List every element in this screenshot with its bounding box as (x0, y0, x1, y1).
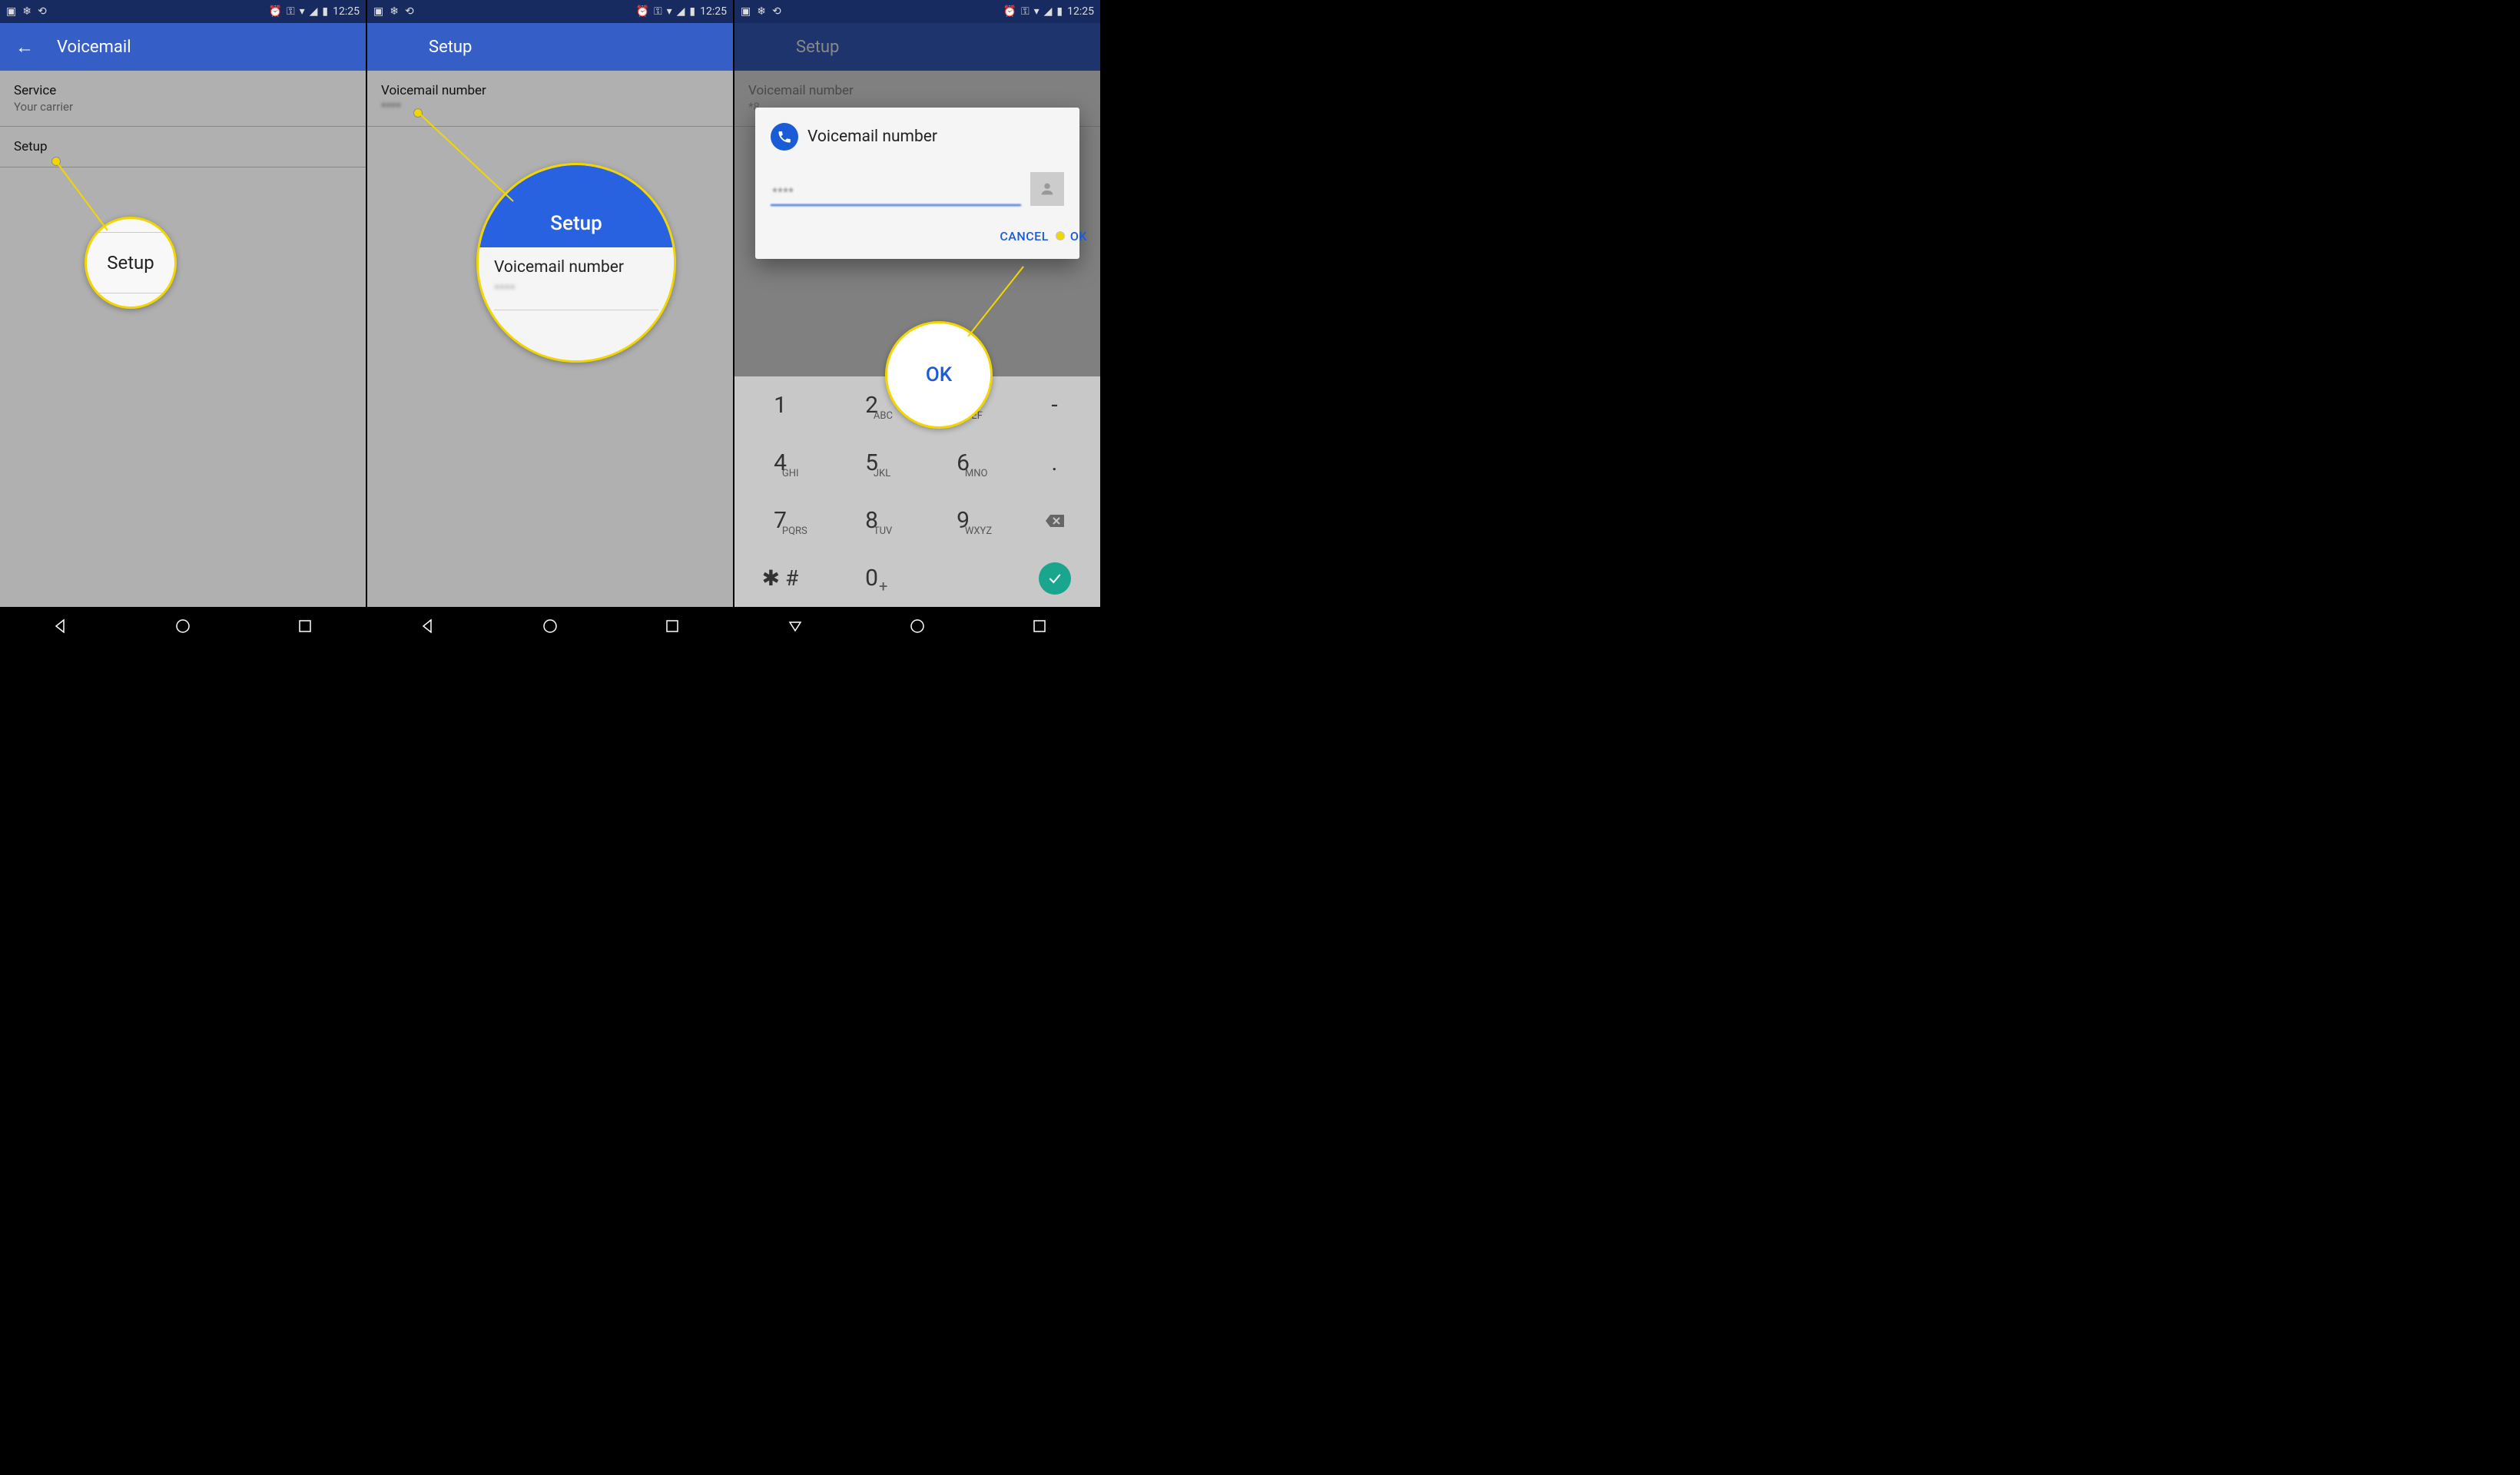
app-bar-title: Voicemail (57, 38, 131, 57)
nav-back-icon[interactable] (787, 618, 804, 635)
nav-back-icon[interactable] (419, 618, 436, 635)
nav-recents-icon[interactable] (1031, 618, 1048, 635)
wifi-icon: ▾ (300, 5, 305, 18)
key-dot[interactable]: . (1009, 434, 1100, 492)
nav-bar (0, 607, 366, 645)
leaf-icon: ❄ (757, 5, 766, 18)
key-empty (917, 549, 1009, 607)
battery-icon: ▮ (689, 5, 695, 18)
panel-dialog: ▣ ❄ ⟲ ⏰ ⚿ ▾ ◢ ▮ 12:25 Setup Voicemail nu… (734, 0, 1102, 645)
signal-icon: ◢ (310, 5, 318, 18)
magnifier-ok: OK (885, 321, 993, 429)
nav-recents-icon[interactable] (664, 618, 681, 635)
key-4[interactable]: 4GHI (734, 434, 826, 492)
list-item-voicemail-number[interactable]: Voicemail number **** (367, 71, 733, 127)
done-icon (1039, 562, 1071, 595)
wifi-icon: ▾ (1034, 5, 1040, 18)
sync-icon: ⟲ (38, 5, 47, 18)
list-item-title: Service (14, 83, 352, 98)
magnifier-subtitle: **** (494, 281, 658, 296)
nav-home-icon[interactable] (542, 618, 559, 635)
vpn-key-icon: ⚿ (654, 5, 662, 18)
dialog-title: Voicemail number (807, 128, 937, 146)
callout-dot (414, 109, 422, 117)
clock-text: 12:25 (333, 5, 360, 18)
key-dash[interactable]: - (1009, 376, 1100, 434)
key-9[interactable]: 9WXYZ (917, 492, 1009, 549)
magnifier-label: OK (926, 363, 952, 386)
wifi-icon: ▾ (667, 5, 672, 18)
app-bar: Setup (734, 23, 1100, 71)
status-bar: ▣ ❄ ⟲ ⏰ ⚿ ▾ ◢ ▮ 12:25 (0, 0, 366, 23)
alarm-icon: ⏰ (1003, 5, 1016, 18)
list-item-title: Voicemail number (381, 83, 719, 98)
contact-picker-button[interactable] (1030, 172, 1064, 206)
app-bar-title: Setup (796, 38, 839, 57)
app-bar-title: Setup (429, 38, 472, 57)
clock-text: 12:25 (700, 5, 727, 18)
list-item-service[interactable]: Service Your carrier (0, 71, 366, 127)
status-bar: ▣ ❄ ⟲ ⏰ ⚿ ▾ ◢ ▮ 12:25 (367, 0, 733, 23)
alarm-icon: ⏰ (269, 5, 282, 18)
nav-back-icon[interactable] (52, 618, 69, 635)
list-item-title: Setup (14, 139, 352, 154)
key-8[interactable]: 8TUV (826, 492, 917, 549)
content-area: Service Your carrier Setup (0, 71, 366, 607)
key-star-hash[interactable]: ✱ # (734, 549, 826, 607)
key-6[interactable]: 6MNO (917, 434, 1009, 492)
list-item-subtitle: Your carrier (14, 100, 352, 114)
panel-voicemail: ▣ ❄ ⟲ ⏰ ⚿ ▾ ◢ ▮ 12:25 ← Voicemail Servic… (0, 0, 367, 645)
cancel-button[interactable]: CANCEL (1000, 229, 1049, 244)
key-0[interactable]: 0+ (826, 549, 917, 607)
alarm-icon: ⏰ (636, 5, 649, 18)
magnifier-title: Voicemail number (494, 258, 658, 277)
sync-icon: ⟲ (405, 5, 414, 18)
nav-home-icon[interactable] (174, 618, 191, 635)
clock-text: 12:25 (1067, 5, 1094, 18)
battery-icon: ▮ (1056, 5, 1063, 18)
vpn-key-icon: ⚿ (287, 5, 295, 18)
photo-icon: ▣ (741, 5, 751, 18)
battery-icon: ▮ (322, 5, 328, 18)
status-bar: ▣ ❄ ⟲ ⏰ ⚿ ▾ ◢ ▮ 12:25 (734, 0, 1100, 23)
key-7[interactable]: 7PQRS (734, 492, 826, 549)
voicemail-number-dialog: Voicemail number CANCEL OK (755, 108, 1079, 259)
photo-icon: ▣ (6, 5, 16, 18)
app-bar: ← Voicemail (0, 23, 366, 71)
ok-button[interactable]: OK (1070, 229, 1087, 244)
sync-icon: ⟲ (772, 5, 781, 18)
key-1[interactable]: 1 (734, 376, 826, 434)
signal-icon: ◢ (677, 5, 685, 18)
nav-recents-icon[interactable] (297, 618, 313, 635)
key-5[interactable]: 5JKL (826, 434, 917, 492)
back-arrow-icon[interactable]: ← (15, 36, 34, 58)
callout-dot (1056, 232, 1064, 240)
phone-icon (771, 123, 798, 151)
leaf-icon: ❄ (22, 5, 32, 18)
magnifier-setup: Setup (85, 217, 177, 309)
nav-home-icon[interactable] (909, 618, 926, 635)
callout-dot (52, 157, 60, 165)
vpn-key-icon: ⚿ (1021, 5, 1030, 18)
voicemail-number-input[interactable] (771, 182, 1021, 206)
magnifier-label: Setup (107, 252, 154, 273)
app-bar: Setup (367, 23, 733, 71)
list-item-subtitle: **** (381, 100, 719, 114)
signal-icon: ◢ (1044, 5, 1053, 18)
nav-bar (367, 607, 733, 645)
key-done[interactable] (1009, 549, 1100, 607)
key-backspace[interactable] (1009, 492, 1100, 549)
leaf-icon: ❄ (390, 5, 399, 18)
nav-bar (734, 607, 1100, 645)
photo-icon: ▣ (373, 5, 383, 18)
magnifier-voicemail-number: Setup Voicemail number **** (476, 163, 676, 363)
